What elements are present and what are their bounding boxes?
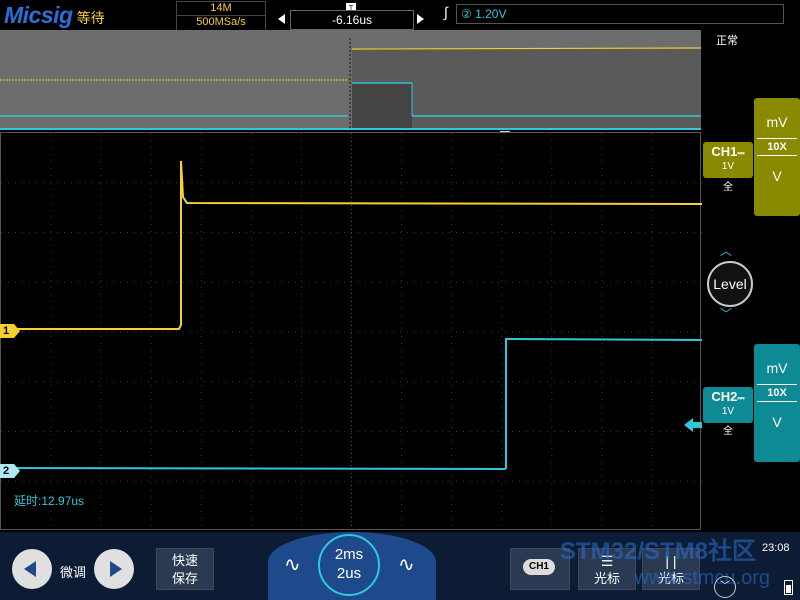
ch1-bandwidth: 全 bbox=[723, 182, 733, 193]
overview-traces bbox=[0, 38, 702, 130]
sample-rate: 500MSa/s bbox=[196, 16, 246, 28]
ch1-badge: CH1 bbox=[523, 559, 555, 575]
ch1-name: CH1 bbox=[711, 144, 738, 159]
ch2-marker-label: 2 bbox=[3, 465, 10, 477]
chevron-down-circle-icon[interactable]: ﹀ bbox=[714, 576, 736, 598]
ch2-scale: 1V bbox=[721, 406, 735, 417]
memory-depth: 14M bbox=[177, 2, 265, 16]
trigger-level-arrow-icon[interactable] bbox=[684, 418, 702, 437]
timebase-knob[interactable]: ∿ 2ms 2us ∿ bbox=[268, 532, 436, 600]
main-timebase: 2ms bbox=[334, 546, 364, 563]
trigger-level: 1.20V bbox=[475, 7, 507, 21]
arrow-left-icon bbox=[24, 561, 36, 577]
rising-edge-icon: ∫ bbox=[444, 4, 448, 20]
fine-adjust-right-button[interactable] bbox=[94, 549, 134, 589]
brand-name: Micsig bbox=[4, 2, 73, 28]
ch2-name: CH2 bbox=[711, 389, 738, 404]
arrow-right-icon[interactable] bbox=[417, 14, 424, 24]
ch1-unit-v[interactable]: V bbox=[754, 168, 800, 184]
ch2-bandwidth: 全 bbox=[723, 426, 733, 437]
system-clock: 23:08 bbox=[762, 542, 790, 554]
brand-logo: Micsig 等待 bbox=[4, 2, 144, 28]
acquisition-info[interactable]: 14M 500MSa/s bbox=[176, 1, 266, 31]
quick-save-button[interactable]: 快速 保存 bbox=[156, 548, 214, 590]
ch1-scale: 1V bbox=[721, 161, 735, 172]
ch2-settings-tab[interactable]: CH2⎓ 1V bbox=[703, 387, 753, 423]
dc-coupling-icon: ⎓ bbox=[737, 393, 745, 403]
ch1-settings-tab[interactable]: CH1⎓ 1V bbox=[703, 142, 753, 178]
quick-save-line2: 保存 bbox=[171, 571, 198, 586]
fine-adjust-left-button[interactable] bbox=[12, 549, 52, 589]
wave-icon[interactable]: ∿ bbox=[284, 552, 301, 577]
trigger-position-marker-top: T bbox=[346, 0, 356, 12]
chevron-up-icon[interactable]: ︿ bbox=[720, 242, 732, 259]
zoom-timebase: 2us bbox=[336, 565, 362, 582]
watermark-title: STM32/STM8社区 bbox=[560, 538, 757, 565]
time-offset-value[interactable]: -6.16us bbox=[290, 10, 414, 30]
ch2-unit-mv[interactable]: mV bbox=[754, 360, 800, 376]
ch1-vertical-scale-panel[interactable]: mV 10X V bbox=[754, 98, 800, 216]
ch1-marker-label: 1 bbox=[3, 325, 10, 337]
chevron-down-icon[interactable]: ﹀ bbox=[720, 305, 732, 322]
trigger-info[interactable]: ∫ ② 1.20V bbox=[440, 4, 784, 24]
timebase-dial[interactable]: 2ms 2us bbox=[318, 534, 380, 596]
waveform-display[interactable] bbox=[0, 132, 703, 531]
dc-coupling-icon: ⎓ bbox=[737, 148, 745, 158]
ch2-vertical-scale-panel[interactable]: mV 10X V bbox=[754, 344, 800, 462]
delay-measurement: 延时:12.97us bbox=[14, 494, 85, 508]
watermark-url: www.stmcu.org bbox=[634, 567, 770, 589]
battery-icon bbox=[784, 580, 793, 595]
waveform-overview[interactable] bbox=[0, 30, 702, 130]
ch2-probe-ratio[interactable]: 10X bbox=[757, 384, 797, 402]
ch1-probe-ratio[interactable]: 10X bbox=[757, 138, 797, 156]
wave-icon[interactable]: ∿ bbox=[398, 552, 415, 577]
trigger-level-readout[interactable]: ② 1.20V bbox=[456, 4, 784, 24]
arrow-right-icon bbox=[110, 561, 122, 577]
ch1-unit-mv[interactable]: mV bbox=[754, 114, 800, 130]
watermark: STM32/STM8社区 www.stmcu.org bbox=[560, 538, 770, 594]
acquisition-status: 正常 bbox=[716, 35, 738, 47]
overview-window-bar bbox=[0, 128, 701, 130]
run-state[interactable]: 等待 bbox=[77, 10, 105, 26]
time-offset-control[interactable]: -6.16us bbox=[278, 10, 424, 30]
trigger-source: ② bbox=[461, 7, 472, 21]
fine-adjust-label: 微调 bbox=[60, 565, 87, 580]
arrow-left-icon[interactable] bbox=[278, 14, 285, 24]
ch2-unit-v[interactable]: V bbox=[754, 414, 800, 430]
level-knob[interactable]: Level bbox=[707, 261, 753, 307]
graticule bbox=[0, 133, 703, 531]
quick-save-line1: 快速 bbox=[171, 553, 198, 568]
